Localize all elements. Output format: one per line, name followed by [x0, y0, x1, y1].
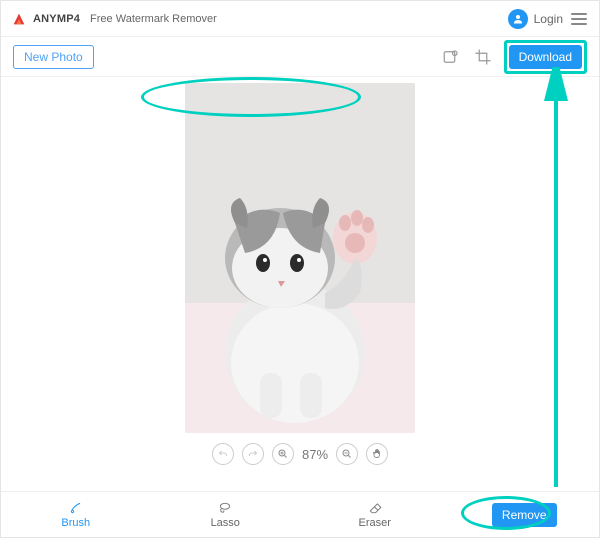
pan-button[interactable] — [366, 443, 388, 465]
app-header: ANYMP4 Free Watermark Remover Login — [1, 1, 599, 37]
tool-tabs: Brush Lasso Eraser Remove — [1, 491, 599, 537]
lasso-icon — [216, 501, 234, 515]
zoom-out-button[interactable] — [336, 443, 358, 465]
crop-icon[interactable] — [472, 46, 494, 68]
remove-button[interactable]: Remove — [492, 503, 557, 527]
editing-image[interactable] — [185, 83, 415, 433]
tab-lasso[interactable]: Lasso — [151, 492, 301, 537]
download-button[interactable]: Download — [509, 45, 582, 69]
brand-name: ANYMP4 — [33, 13, 80, 25]
app-title: Free Watermark Remover — [90, 13, 217, 25]
avatar-icon — [508, 9, 528, 29]
download-highlight: Download — [504, 40, 587, 74]
logo: ANYMP4 Free Watermark Remover — [11, 11, 217, 27]
zoom-value: 87% — [302, 447, 328, 462]
compare-icon[interactable] — [440, 46, 462, 68]
tab-eraser[interactable]: Eraser — [300, 492, 450, 537]
tab-eraser-label: Eraser — [359, 517, 391, 529]
zoom-in-button[interactable] — [272, 443, 294, 465]
eraser-icon — [366, 501, 384, 515]
undo-button[interactable] — [212, 443, 234, 465]
tab-brush[interactable]: Brush — [1, 492, 151, 537]
hamburger-menu-icon[interactable] — [569, 9, 589, 29]
tab-brush-label: Brush — [61, 517, 90, 529]
canvas-area: 87% — [1, 77, 599, 491]
redo-button[interactable] — [242, 443, 264, 465]
brush-icon — [67, 501, 85, 515]
zoom-controls: 87% — [212, 443, 388, 465]
login-link[interactable]: Login — [534, 12, 563, 26]
tab-lasso-label: Lasso — [211, 517, 240, 529]
new-photo-button[interactable]: New Photo — [13, 45, 94, 69]
toolbar: New Photo Download — [1, 37, 599, 77]
logo-icon — [11, 11, 27, 27]
